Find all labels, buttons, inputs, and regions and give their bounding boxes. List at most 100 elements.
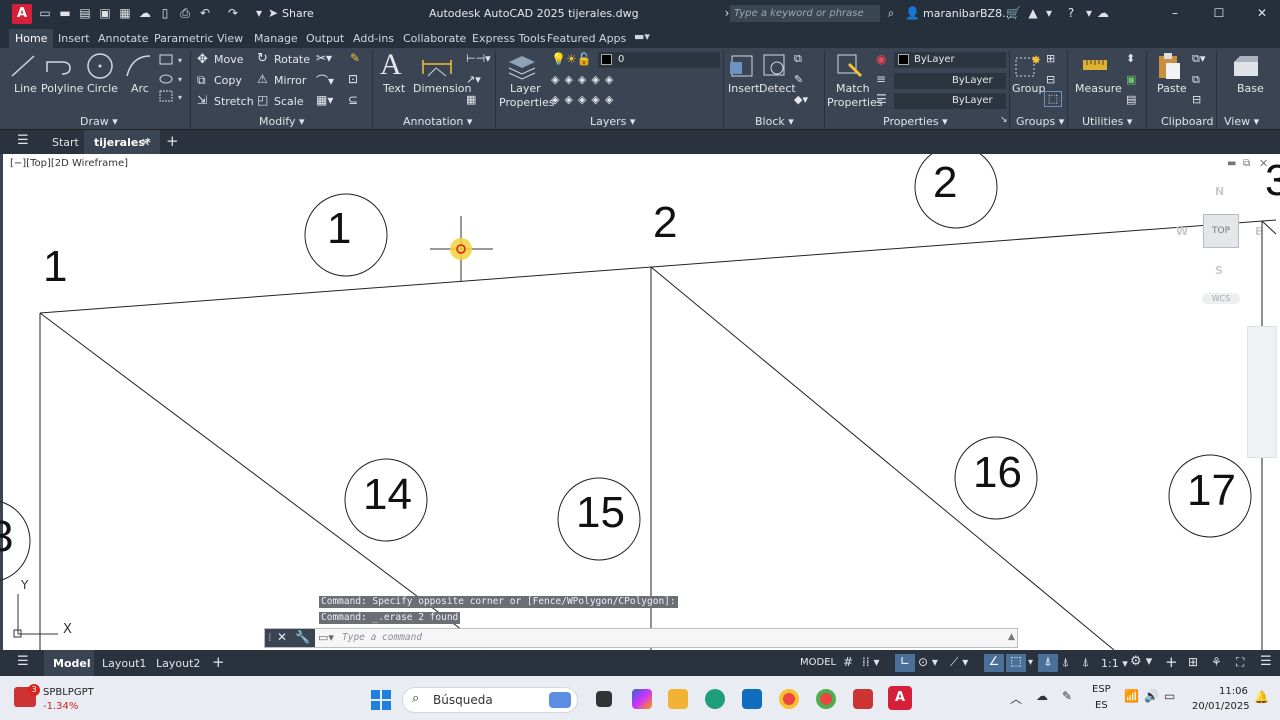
ribbon-options-icon[interactable]: ▬▾: [634, 30, 650, 43]
battery-icon[interactable]: ▭: [1164, 689, 1175, 703]
workspace-gear-icon[interactable]: ⚙ ▾: [1130, 654, 1152, 669]
measure-button[interactable]: Measure: [1075, 82, 1122, 95]
line-icon[interactable]: [10, 52, 36, 80]
layout-menu-icon[interactable]: ☰: [17, 654, 29, 669]
polyline-button[interactable]: Polyline: [41, 82, 83, 95]
command-line[interactable]: ⁞ ✕ 🔧 ▭▾ Type a command ▲: [264, 628, 1018, 648]
menu-icon[interactable]: ☰: [17, 133, 29, 148]
command-prompt-icon[interactable]: ▭▾: [318, 631, 334, 644]
notifications-bell-icon[interactable]: 🔔: [1254, 690, 1269, 704]
layer-on-icon[interactable]: 💡☀🔓: [551, 52, 592, 66]
tab-express-tools[interactable]: Express Tools: [472, 32, 546, 45]
layer-properties-label-2[interactable]: Properties: [499, 96, 555, 109]
detect-button[interactable]: Detect: [759, 82, 796, 95]
linear-dimension-icon[interactable]: ⊢⊣▾: [466, 52, 491, 65]
language-code[interactable]: ESP: [1092, 684, 1111, 695]
tab-insert[interactable]: Insert: [58, 32, 90, 45]
cloud-icon[interactable]: ☁: [1096, 6, 1110, 20]
annotation-monitor-icon[interactable]: +: [1165, 653, 1178, 671]
file-tab-start[interactable]: Start: [52, 136, 79, 149]
erase-icon[interactable]: ✎: [350, 51, 360, 65]
help-icon[interactable]: ?: [1064, 6, 1078, 20]
print-icon[interactable]: ⎙: [178, 6, 192, 20]
pen-icon[interactable]: ✎: [1062, 689, 1072, 703]
group-button[interactable]: Group: [1012, 82, 1046, 95]
table-icon[interactable]: ▦: [466, 93, 476, 106]
clock-time[interactable]: 11:06: [1219, 686, 1248, 697]
annotation-scale-icon[interactable]: ⍋: [1082, 655, 1089, 670]
new-file-icon[interactable]: ▭: [38, 6, 52, 20]
new-tab-icon[interactable]: +: [166, 132, 179, 150]
explode-icon[interactable]: ⊡: [348, 72, 358, 86]
tab-view[interactable]: View: [217, 32, 243, 45]
array-icon[interactable]: ▦▾: [316, 93, 333, 107]
redo-icon[interactable]: ↷: [226, 6, 240, 20]
maximize-icon[interactable]: ☐: [1212, 6, 1226, 20]
search-input[interactable]: Type a keyword or phrase: [730, 5, 880, 22]
layer-tools-row-2-icon[interactable]: ◈◈◈◈◈: [551, 93, 618, 106]
command-input[interactable]: Type a command: [342, 632, 422, 643]
viewcube-south[interactable]: S: [1215, 264, 1223, 277]
lineweight-dropdown[interactable]: ByLayer: [894, 73, 1006, 89]
block-attributes-icon[interactable]: ◆▾: [794, 93, 808, 106]
circle-button[interactable]: Circle: [87, 82, 118, 95]
units-icon[interactable]: ⊞: [1188, 655, 1198, 669]
navigation-bar[interactable]: [1247, 326, 1277, 458]
stock-name[interactable]: SPBLPGPT: [43, 687, 94, 698]
block-panel-label[interactable]: Block ▾: [755, 115, 794, 128]
save-as-icon[interactable]: ▦: [118, 6, 132, 20]
arc-icon[interactable]: [124, 52, 154, 80]
scale-button[interactable]: Scale: [274, 95, 304, 108]
tab-annotate[interactable]: Annotate: [98, 32, 148, 45]
clock-date[interactable]: 20/01/2025: [1192, 701, 1250, 712]
base-button[interactable]: Base: [1237, 82, 1264, 95]
group-edit-icon[interactable]: ⊟: [1046, 73, 1055, 86]
model-tab[interactable]: Model: [53, 657, 91, 670]
open-icon[interactable]: ▤: [78, 6, 92, 20]
user-icon[interactable]: 👤: [905, 6, 920, 20]
dimension-icon[interactable]: [420, 54, 454, 80]
utilities-panel-label[interactable]: Utilities ▾: [1082, 115, 1132, 128]
insert-button[interactable]: Insert: [728, 82, 760, 95]
tab-featured-apps[interactable]: Featured Apps: [547, 32, 626, 45]
rotate-button[interactable]: Rotate: [274, 53, 310, 66]
viewcube-east[interactable]: E: [1255, 225, 1263, 238]
tab-manage[interactable]: Manage: [254, 32, 298, 45]
offset-icon[interactable]: ⊆: [348, 93, 358, 107]
task-view-icon[interactable]: [596, 691, 612, 707]
osnap-dropdown-icon[interactable]: ▾: [1028, 657, 1033, 668]
cart-icon[interactable]: 🛒: [1006, 6, 1021, 20]
detect-icon[interactable]: [761, 52, 789, 80]
layer-dropdown[interactable]: 0: [598, 52, 720, 68]
username[interactable]: maranibarBZ8...: [923, 7, 1013, 20]
dimension-button[interactable]: Dimension: [413, 82, 471, 95]
annotation-panel-label[interactable]: Annotation ▾: [403, 115, 472, 128]
share-icon[interactable]: ➤: [266, 6, 280, 20]
share-button[interactable]: Share: [282, 7, 314, 20]
trim-icon[interactable]: ✂▾: [316, 51, 332, 65]
polyline-icon[interactable]: [44, 54, 74, 78]
circle-icon[interactable]: [85, 51, 115, 81]
copy-button[interactable]: Copy: [214, 74, 242, 87]
layers-panel-label[interactable]: Layers ▾: [590, 115, 635, 128]
model-space-button[interactable]: MODEL: [800, 657, 836, 668]
wifi-icon[interactable]: 📶: [1124, 689, 1139, 703]
isolate-objects-icon[interactable]: ⚘: [1211, 655, 1222, 669]
base-view-icon[interactable]: [1232, 54, 1260, 78]
object-snap-icon[interactable]: ⬚: [1006, 654, 1026, 672]
grip-icon[interactable]: ⁞: [268, 631, 272, 644]
groups-panel-label[interactable]: Groups ▾: [1016, 115, 1064, 128]
color-dropdown[interactable]: ByLayer: [894, 52, 1006, 68]
group-select-icon[interactable]: ⬚: [1044, 91, 1062, 107]
volume-icon[interactable]: 🔊: [1144, 689, 1159, 703]
cloud-open-icon[interactable]: ☁: [138, 6, 152, 20]
close-icon[interactable]: ✕: [1255, 6, 1269, 20]
taskbar-search[interactable]: ⌕ Búsqueda: [402, 687, 578, 713]
properties-expand-icon[interactable]: ↘: [1000, 115, 1008, 125]
file-explorer-icon[interactable]: [668, 689, 688, 709]
create-block-icon[interactable]: ⧉: [794, 52, 802, 66]
text-button[interactable]: Text: [383, 82, 405, 95]
tab-parametric[interactable]: Parametric: [154, 32, 214, 45]
layer-tools-row-1-icon[interactable]: ◈◈◈◈◈: [551, 73, 618, 86]
match-properties-icon[interactable]: [835, 52, 863, 80]
